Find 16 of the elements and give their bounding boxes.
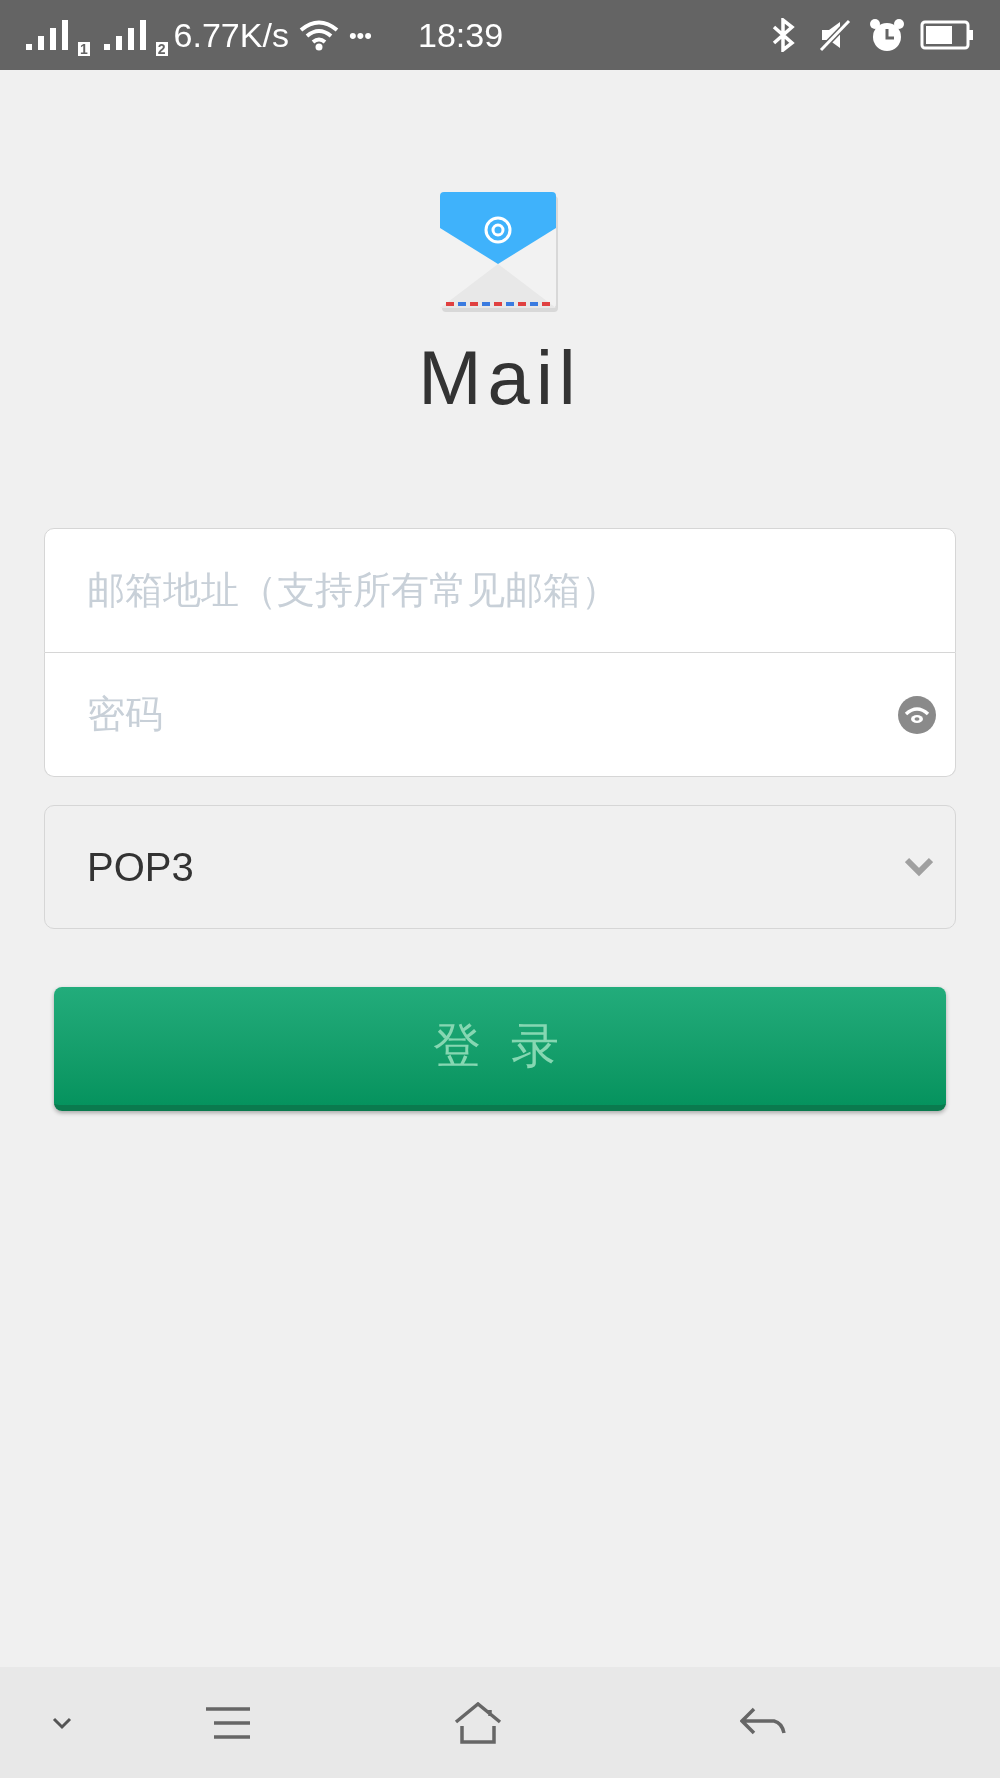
chevron-down-icon	[905, 857, 933, 877]
wifi-icon	[298, 19, 339, 51]
battery-icon	[920, 20, 974, 50]
sim-label: 1	[78, 42, 90, 56]
clock: 18:39	[418, 14, 504, 56]
muted-speaker-icon	[818, 18, 852, 52]
network-speed: 6.77K/s	[173, 14, 289, 56]
sim-label: 2	[155, 42, 168, 56]
more-indicator: •••	[348, 21, 372, 50]
eye-toggle-icon[interactable]	[898, 696, 936, 734]
app-title: Mail	[418, 340, 582, 416]
home-icon[interactable]	[454, 1701, 502, 1744]
alarm-clock-icon	[868, 17, 906, 53]
menu-icon[interactable]	[206, 1706, 252, 1739]
chevron-down-icon[interactable]	[52, 1715, 72, 1730]
protocol-dropdown[interactable]: POP3	[44, 805, 956, 929]
